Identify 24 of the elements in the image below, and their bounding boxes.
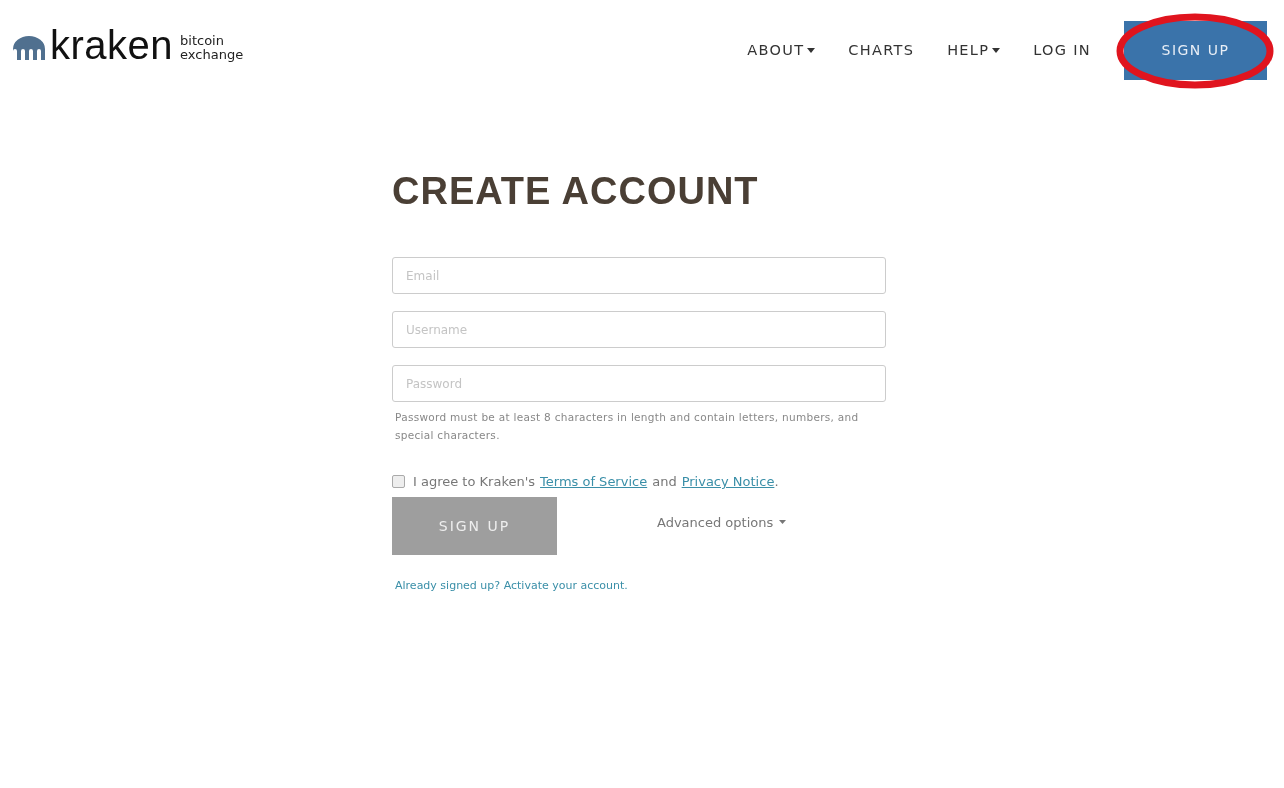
brand-tagline: bitcoin	[180, 34, 225, 48]
advanced-options-link[interactable]: Advanced options	[657, 514, 787, 530]
privacy-link[interactable]: Privacy Notice	[681, 474, 775, 489]
kraken-logo-icon	[12, 35, 46, 61]
nav-link[interactable]: CHARTS	[848, 42, 915, 58]
password-hint: Password must be at least 8 characters in length and contain letters, numbers, and special characters.	[395, 410, 860, 443]
agreement-text: .	[774, 474, 779, 489]
input-field[interactable]: Password	[392, 365, 886, 402]
terms-link[interactable]: Terms of Service	[540, 474, 648, 489]
agreement-text: I agree to Kraken's	[413, 474, 536, 489]
activate-account-link[interactable]: Already signed up? Activate your account.	[395, 579, 886, 592]
page-title: CREATE ACCOUNT	[392, 170, 760, 213]
input-field[interactable]: Email	[392, 257, 886, 294]
caret-icon	[779, 520, 787, 524]
brand-tagline: exchange	[180, 48, 244, 62]
brand-name: kraken	[50, 25, 174, 65]
caret-icon	[992, 47, 1001, 53]
agreement-text: and	[652, 474, 677, 489]
caret-icon	[807, 47, 816, 53]
nav-link[interactable]: LOG IN	[1033, 42, 1091, 58]
input-field[interactable]: Username	[392, 311, 886, 348]
checkbox[interactable]	[392, 475, 405, 488]
nav-link[interactable]: HELP	[947, 42, 1001, 58]
nav-link[interactable]: ABOUT	[747, 42, 816, 58]
